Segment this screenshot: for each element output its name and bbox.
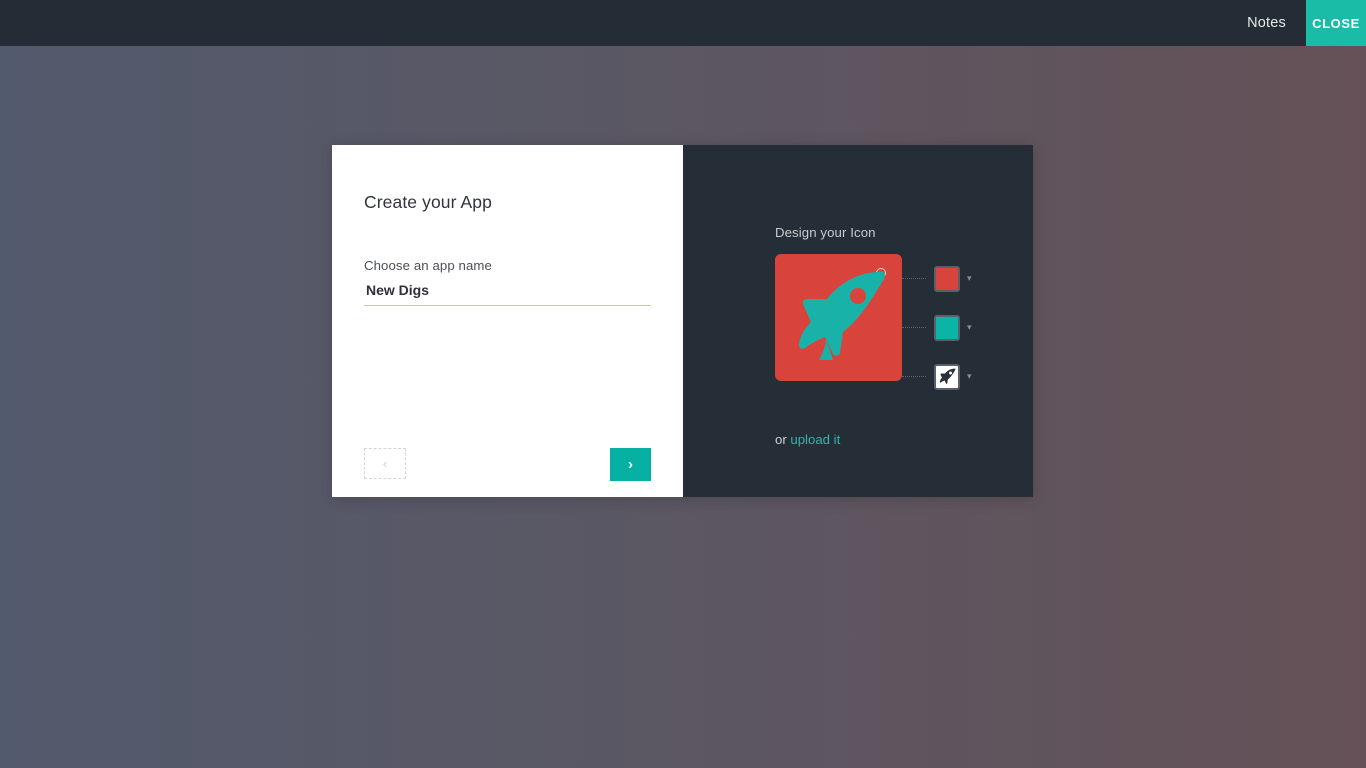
swatch-row-background: ▾ (902, 254, 972, 303)
design-icon-heading: Design your Icon (775, 225, 876, 240)
rocket-icon (798, 271, 886, 360)
upload-row: or upload it (775, 432, 1033, 447)
connector-line (902, 376, 926, 377)
background-color-swatch[interactable] (934, 265, 960, 292)
upload-it-link[interactable]: upload it (790, 432, 840, 447)
modal-left-pane: Create your App Choose an app name (332, 145, 683, 497)
swatch-row-foreground: ▾ (902, 303, 972, 352)
icon-designer: ▾ ▾ ▾ (775, 254, 1033, 401)
chevron-down-icon-background[interactable]: ▾ (967, 274, 972, 283)
app-name-label: Choose an app name (364, 258, 492, 273)
chevron-down-icon-glyph[interactable]: ▾ (967, 372, 972, 381)
app-name-field-group: Choose an app name (364, 258, 651, 306)
app-name-input[interactable] (364, 282, 651, 306)
back-button[interactable]: ‹ (364, 448, 406, 479)
next-button[interactable]: › (610, 448, 651, 481)
rocket-icon-small (939, 368, 956, 384)
connector-line (902, 278, 926, 279)
create-app-modal: Create your App Choose an app name Desig… (332, 145, 1033, 497)
page-title: Create your App (364, 192, 492, 212)
foreground-color-swatch[interactable] (934, 314, 960, 341)
upload-prefix-text: or (775, 432, 791, 447)
foreground-color-fill (936, 316, 958, 339)
swatch-row-glyph: ▾ (902, 352, 972, 401)
top-bar: Notes CLOSE (0, 0, 1366, 46)
glyph-swatch[interactable] (934, 363, 960, 390)
notes-link[interactable]: Notes (1227, 0, 1306, 46)
close-button[interactable]: CLOSE (1306, 0, 1366, 46)
connector-line (902, 327, 926, 328)
icon-swatch-list: ▾ ▾ ▾ (902, 254, 972, 401)
modal-right-pane: Design your Icon ▾ ▾ ▾ or upload it (683, 145, 1033, 497)
icon-preview-canvas[interactable] (775, 254, 902, 381)
chevron-down-icon-foreground[interactable]: ▾ (967, 323, 972, 332)
background-color-fill (936, 267, 958, 290)
